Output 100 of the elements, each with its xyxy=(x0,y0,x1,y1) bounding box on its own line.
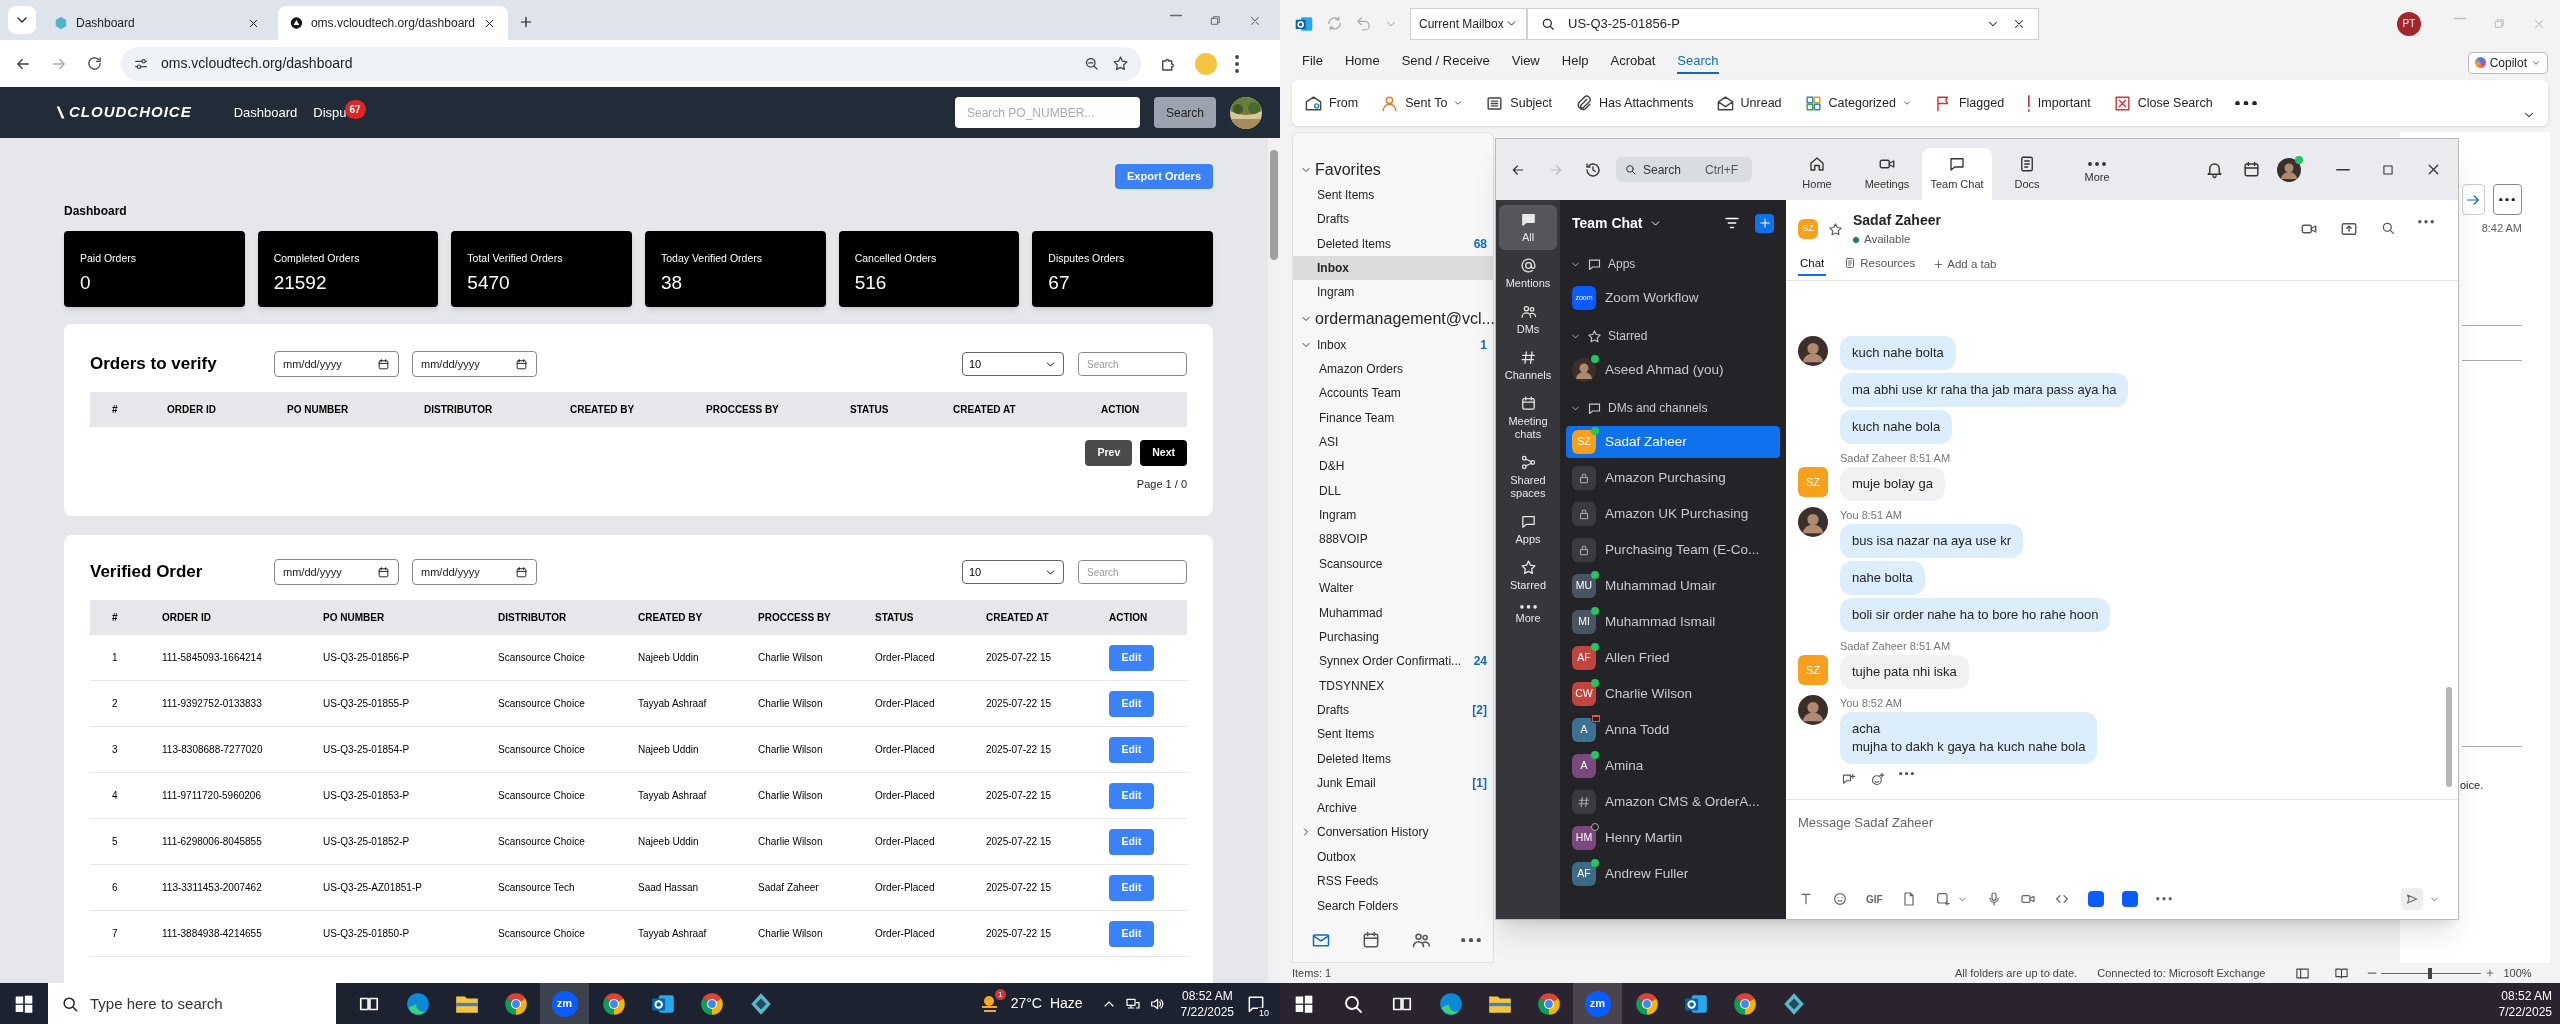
menu-tab[interactable]: Search xyxy=(1677,50,1719,75)
menu-tab[interactable]: View xyxy=(1511,50,1540,75)
ribbon-button[interactable]: From xyxy=(1304,93,1359,113)
scrollbar-thumb[interactable] xyxy=(1270,150,1278,260)
calendar-icon[interactable] xyxy=(2242,160,2261,179)
history-icon[interactable] xyxy=(1584,160,1602,179)
page-size-select[interactable]: 10 xyxy=(962,352,1064,376)
rail-tab[interactable]: Meeting chats xyxy=(1499,389,1557,447)
chat-list-item[interactable]: Amazon Purchasing xyxy=(1566,462,1780,494)
chat-list-item[interactable]: Purchasing Team (E-Co... xyxy=(1566,534,1780,566)
search-scope-dropdown[interactable]: Current Mailbox xyxy=(1410,7,1527,40)
chat-list-item[interactable]: AF Allen Fried xyxy=(1566,642,1780,674)
app-shortcut-icon[interactable] xyxy=(2087,891,2104,907)
send-button[interactable] xyxy=(2401,888,2423,910)
chat-list-item[interactable]: CW Charlie Wilson xyxy=(1566,678,1780,710)
folder-item[interactable]: Archive xyxy=(1313,795,1493,821)
folder-item[interactable]: Scansource xyxy=(1293,551,1493,576)
reading-view-icon[interactable] xyxy=(2334,965,2350,981)
copilot-button[interactable]: Copilot xyxy=(2467,51,2548,74)
chat-list-item[interactable]: SZ Sadaf Zaheer xyxy=(1566,426,1780,458)
app-shortcut-icon[interactable] xyxy=(2121,891,2138,907)
prev-button[interactable]: Prev xyxy=(1085,440,1133,466)
export-orders-button[interactable]: Export Orders xyxy=(1115,164,1213,189)
chat-list-item[interactable]: Aseed Ahmad (you) xyxy=(1566,354,1780,386)
reload-icon[interactable] xyxy=(86,55,103,72)
menu-tab[interactable]: Help xyxy=(1561,50,1589,75)
edit-button[interactable]: Edit xyxy=(1109,828,1154,855)
menu-icon[interactable] xyxy=(1235,54,1239,73)
start-icon[interactable] xyxy=(1294,993,1314,1014)
nav-tab[interactable]: More xyxy=(2062,148,2132,200)
search-field[interactable]: Search xyxy=(1078,560,1187,584)
text-format-icon[interactable] xyxy=(1798,891,1814,907)
maximize-icon[interactable] xyxy=(2381,162,2395,177)
folder-item[interactable]: Synnex Order Confirmati... 24 xyxy=(1293,649,1493,674)
avatar-icon[interactable] xyxy=(2277,157,2301,182)
section-header[interactable]: DMs and channels xyxy=(1608,399,1708,417)
folder-item[interactable]: ASI xyxy=(1293,429,1493,455)
edit-button[interactable]: Edit xyxy=(1109,874,1154,901)
ribbon-button[interactable]: Unread xyxy=(1715,93,1782,113)
date-field[interactable]: mm/dd/yyyy xyxy=(274,351,399,377)
folder-item[interactable]: DLL xyxy=(1293,478,1493,503)
forward-button[interactable] xyxy=(2462,184,2485,215)
date-field[interactable]: mm/dd/yyyy xyxy=(412,559,537,585)
add-tab-button[interactable]: Add a tab xyxy=(1933,252,1997,277)
rail-tab[interactable]: Apps xyxy=(1499,507,1557,552)
more-icon[interactable] xyxy=(1461,937,1481,943)
nav-tab[interactable]: Meetings xyxy=(1852,148,1922,200)
address-bar[interactable]: oms.vcloudtech.org/dashboard xyxy=(121,46,1141,81)
gif-button[interactable]: GIF xyxy=(1866,891,1883,907)
folder-item[interactable]: Amazon Orders xyxy=(1293,356,1493,382)
chat-tab[interactable]: Resources xyxy=(1842,252,1918,277)
ribbon-button[interactable]: Flagged xyxy=(1933,93,2005,113)
menu-tab[interactable]: Acrobat xyxy=(1610,50,1656,75)
search-field[interactable]: Search xyxy=(1643,157,1699,182)
folder-item[interactable]: Sent Items xyxy=(1313,722,1493,747)
chat-list-item[interactable]: MU Muhammad Umair xyxy=(1566,570,1780,602)
folder-item[interactable]: Sent Items xyxy=(1293,182,1493,208)
search-field[interactable]: Search PO_NUMBER... xyxy=(954,97,1140,128)
section-header[interactable]: Starred xyxy=(1608,327,1648,345)
page-size-select[interactable]: 10 xyxy=(962,560,1064,584)
folder-item[interactable]: RSS Feeds xyxy=(1313,869,1493,894)
nav-link[interactable]: Dashboard xyxy=(233,102,298,123)
chat-list-item[interactable]: A Anna Todd xyxy=(1566,714,1780,746)
taskbar-button[interactable]: zm xyxy=(540,983,589,1024)
minimize-icon[interactable] xyxy=(2335,167,2351,172)
folder-group-title[interactable]: Favorites xyxy=(1315,157,1381,182)
rail-tab[interactable]: All xyxy=(1499,205,1557,250)
menu-tab[interactable]: File xyxy=(1302,50,1323,75)
menu-tab[interactable]: Send / Receive xyxy=(1401,50,1490,75)
folder-item[interactable]: Deleted Items xyxy=(1313,746,1493,772)
chat-list-item[interactable]: MI Muhammad Ismail xyxy=(1566,606,1780,638)
date-field[interactable]: mm/dd/yyyy xyxy=(412,351,537,377)
zoom-out-icon[interactable] xyxy=(2367,971,2378,975)
account-title[interactable]: ordermanagement@vcl... xyxy=(1315,307,1495,332)
new-chat-button[interactable] xyxy=(1755,213,1774,233)
date-field[interactable]: mm/dd/yyyy xyxy=(274,559,399,585)
ribbon-button[interactable]: Categorized xyxy=(1803,93,1912,113)
chat-list-item[interactable]: AF Andrew Fuller xyxy=(1566,858,1780,890)
folder-item[interactable]: Walter xyxy=(1293,576,1493,601)
scrollbar-thumb[interactable] xyxy=(2446,687,2452,787)
chat-list-item[interactable]: Amazon CMS & OrderA... xyxy=(1566,786,1780,818)
more-icon[interactable] xyxy=(2418,220,2434,224)
ribbon-button[interactable]: Important xyxy=(2026,93,2091,113)
folder-item[interactable]: Junk Email [1] xyxy=(1313,771,1493,796)
restore-icon[interactable] xyxy=(1209,14,1222,27)
folder-item[interactable]: Purchasing xyxy=(1293,624,1493,650)
edit-button[interactable]: Edit xyxy=(1109,690,1154,717)
browser-tab[interactable]: oms.vcloudtech.org/dashboard xyxy=(278,6,508,40)
nav-tab[interactable]: Docs xyxy=(1992,148,2062,200)
start-icon[interactable] xyxy=(14,993,34,1014)
rail-tab[interactable]: Channels xyxy=(1499,343,1557,388)
folder-item[interactable]: Search Folders xyxy=(1313,893,1493,919)
message-field[interactable]: Message Sadaf Zaheer xyxy=(1798,812,2446,832)
nav-tab[interactable]: Team Chat xyxy=(1922,148,1992,200)
folder-item[interactable]: Inbox 1 xyxy=(1313,332,1493,357)
zoom-slider[interactable] xyxy=(2381,967,2482,979)
ribbon-button[interactable]: Close Search xyxy=(2112,93,2213,113)
rail-tab[interactable]: Shared spaces xyxy=(1499,448,1557,506)
folder-item[interactable]: Muhammad xyxy=(1293,600,1493,625)
nav-link[interactable]: Dispu xyxy=(313,102,347,123)
